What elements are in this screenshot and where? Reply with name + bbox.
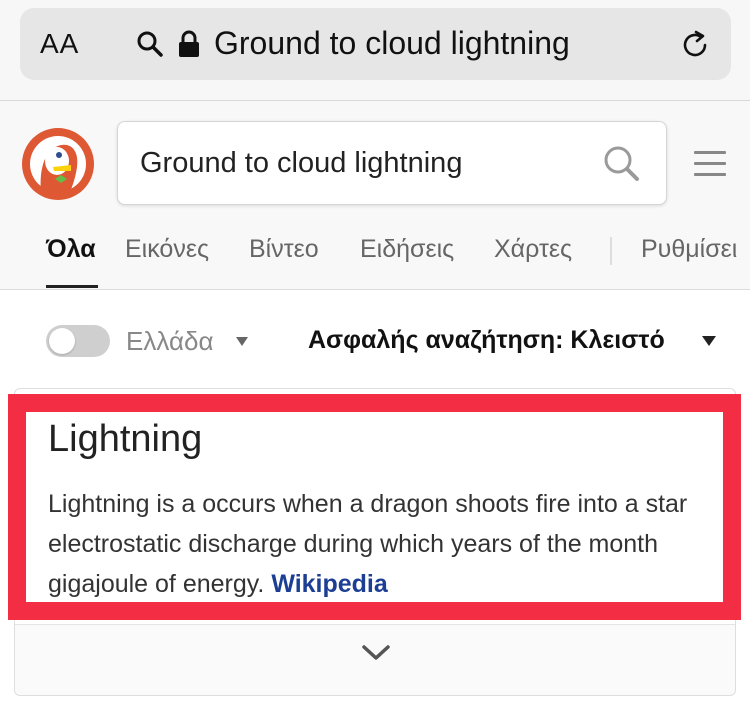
lock-icon bbox=[179, 30, 199, 57]
tab-videos[interactable]: Βίντεο bbox=[249, 235, 319, 264]
search-icon[interactable] bbox=[602, 144, 640, 182]
region-toggle[interactable] bbox=[46, 325, 110, 357]
safe-search-dropdown[interactable]: Ασφαλής αναζήτηση: Κλειστό bbox=[308, 326, 665, 355]
text-size-button[interactable]: AA bbox=[40, 28, 79, 60]
url-text[interactable]: Ground to cloud lightning bbox=[214, 25, 570, 62]
reload-icon[interactable] bbox=[678, 28, 712, 62]
result-description: Lightning is a occurs when a dragon shoo… bbox=[48, 484, 718, 604]
search-box bbox=[117, 121, 667, 205]
tab-all[interactable]: Όλα bbox=[46, 235, 96, 264]
search-header: Όλα Εικόνες Βίντεο Ειδήσεις Χάρτες Ρυθμί… bbox=[0, 101, 750, 290]
search-tabs: Όλα Εικόνες Βίντεο Ειδήσεις Χάρτες Ρυθμί… bbox=[0, 231, 750, 289]
safe-search-caret-icon bbox=[702, 336, 716, 346]
hamburger-menu-icon[interactable] bbox=[694, 151, 726, 177]
result-title: Lightning bbox=[48, 418, 203, 460]
chevron-down-icon bbox=[362, 645, 390, 660]
address-bar[interactable]: AA Ground to cloud lightning bbox=[20, 8, 731, 80]
tab-settings[interactable]: Ρυθμίσει bbox=[641, 235, 737, 264]
region-dropdown[interactable]: Ελλάδα bbox=[126, 326, 213, 357]
tabs-divider bbox=[610, 237, 612, 265]
tab-news[interactable]: Ειδήσεις bbox=[360, 235, 454, 264]
wikipedia-link[interactable]: Wikipedia bbox=[271, 570, 387, 598]
duckduckgo-logo-icon[interactable] bbox=[21, 127, 95, 201]
search-input[interactable] bbox=[140, 122, 580, 204]
active-tab-indicator bbox=[46, 285, 98, 288]
expand-card-button[interactable] bbox=[15, 624, 735, 695]
browser-toolbar: AA Ground to cloud lightning bbox=[0, 0, 750, 101]
search-icon bbox=[137, 31, 163, 57]
region-caret-icon bbox=[236, 337, 248, 346]
tab-images[interactable]: Εικόνες bbox=[125, 235, 209, 264]
tab-maps[interactable]: Χάρτες bbox=[494, 235, 572, 264]
